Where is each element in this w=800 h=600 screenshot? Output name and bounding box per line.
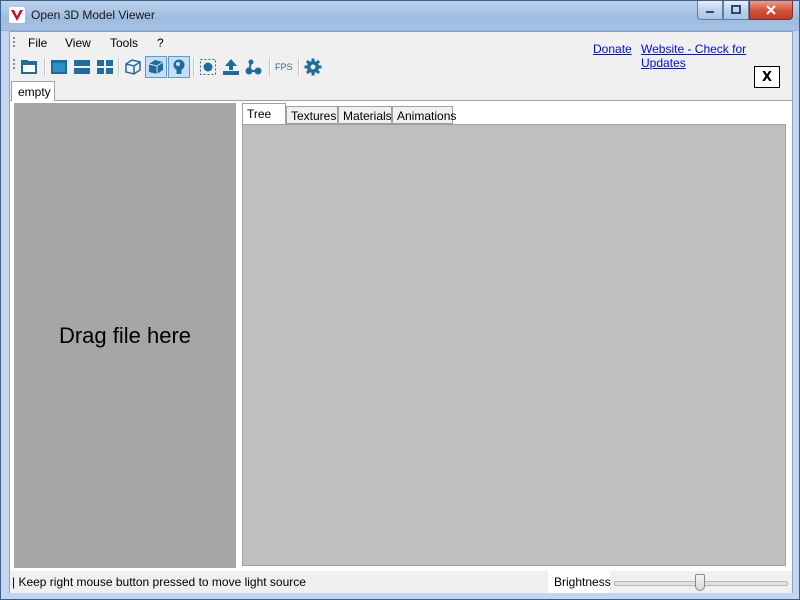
skeleton-button[interactable] bbox=[243, 56, 265, 78]
bones-icon bbox=[245, 59, 262, 75]
app-logo-icon bbox=[9, 7, 25, 23]
fps-toggle[interactable]: FPS bbox=[275, 62, 293, 72]
four-view-button[interactable] bbox=[94, 56, 116, 78]
toolbar-separator bbox=[44, 58, 46, 76]
toolbar-grip[interactable] bbox=[13, 59, 15, 71]
menu-file[interactable]: File bbox=[28, 36, 47, 50]
wireframe-cube-icon bbox=[125, 59, 141, 75]
solid-cube-icon bbox=[148, 60, 164, 74]
two-view-icon bbox=[74, 60, 90, 74]
single-view-icon bbox=[51, 60, 67, 74]
gear-icon bbox=[304, 58, 322, 76]
brightness-slider-thumb[interactable] bbox=[695, 574, 705, 591]
window-title: Open 3D Model Viewer bbox=[31, 8, 155, 22]
app-window: Open 3D Model Viewer File View Tools ? D… bbox=[0, 0, 800, 600]
tree-view[interactable] bbox=[242, 124, 786, 566]
inspector-tabs: Tree Textures Materials Animations bbox=[240, 103, 788, 125]
title-bar[interactable]: Open 3D Model Viewer bbox=[1, 1, 799, 30]
tab-textures[interactable]: Textures bbox=[286, 106, 338, 124]
single-view-button[interactable] bbox=[48, 56, 70, 78]
upload-model-button[interactable] bbox=[220, 56, 242, 78]
menu-help[interactable]: ? bbox=[157, 36, 164, 50]
tab-materials[interactable]: Materials bbox=[338, 106, 392, 124]
toolbar: FPS bbox=[10, 54, 792, 82]
wireframe-button[interactable] bbox=[122, 56, 144, 78]
brightness-label: Brightness bbox=[548, 571, 611, 593]
zoom-fit-icon bbox=[200, 59, 216, 75]
status-text: | Keep right mouse button pressed to mov… bbox=[12, 575, 306, 589]
maximize-button[interactable] bbox=[723, 1, 749, 20]
minimize-icon bbox=[706, 11, 714, 13]
status-bar: | Keep right mouse button pressed to mov… bbox=[10, 571, 792, 593]
toolbar-separator bbox=[298, 58, 300, 76]
upload-icon bbox=[223, 59, 239, 75]
folder-icon bbox=[21, 60, 37, 74]
open-file-button[interactable] bbox=[18, 56, 40, 78]
menu-tools[interactable]: Tools bbox=[110, 36, 138, 50]
solid-shading-button[interactable] bbox=[145, 56, 167, 78]
toolbar-separator bbox=[118, 58, 120, 76]
menu-grip[interactable] bbox=[13, 37, 15, 49]
four-view-icon bbox=[97, 60, 113, 74]
drop-zone[interactable]: Drag file here bbox=[14, 103, 236, 568]
menu-view[interactable]: View bbox=[65, 36, 91, 50]
light-bulb-icon bbox=[173, 59, 185, 74]
close-window-button[interactable] bbox=[749, 1, 793, 20]
close-document-button[interactable]: X bbox=[754, 66, 780, 88]
tab-tree[interactable]: Tree bbox=[242, 103, 286, 125]
settings-button[interactable] bbox=[302, 56, 324, 78]
document-tab[interactable]: empty bbox=[11, 81, 55, 101]
maximize-icon bbox=[731, 5, 741, 14]
close-icon bbox=[766, 5, 776, 15]
menu-bar: File View Tools ? Donate Website - Check… bbox=[10, 32, 792, 70]
two-view-button[interactable] bbox=[71, 56, 93, 78]
document-area: Drag file here Tree Textures Materials A… bbox=[10, 100, 792, 571]
toolbar-separator bbox=[193, 58, 195, 76]
lighting-button[interactable] bbox=[168, 56, 190, 78]
minimize-button[interactable] bbox=[697, 1, 723, 20]
toolbar-separator bbox=[269, 58, 271, 76]
client-area: File View Tools ? Donate Website - Check… bbox=[9, 31, 793, 593]
tab-animations[interactable]: Animations bbox=[392, 106, 456, 124]
zoom-fit-button[interactable] bbox=[197, 56, 219, 78]
inspector-pane: Tree Textures Materials Animations bbox=[240, 103, 788, 568]
drop-zone-label: Drag file here bbox=[58, 322, 192, 348]
